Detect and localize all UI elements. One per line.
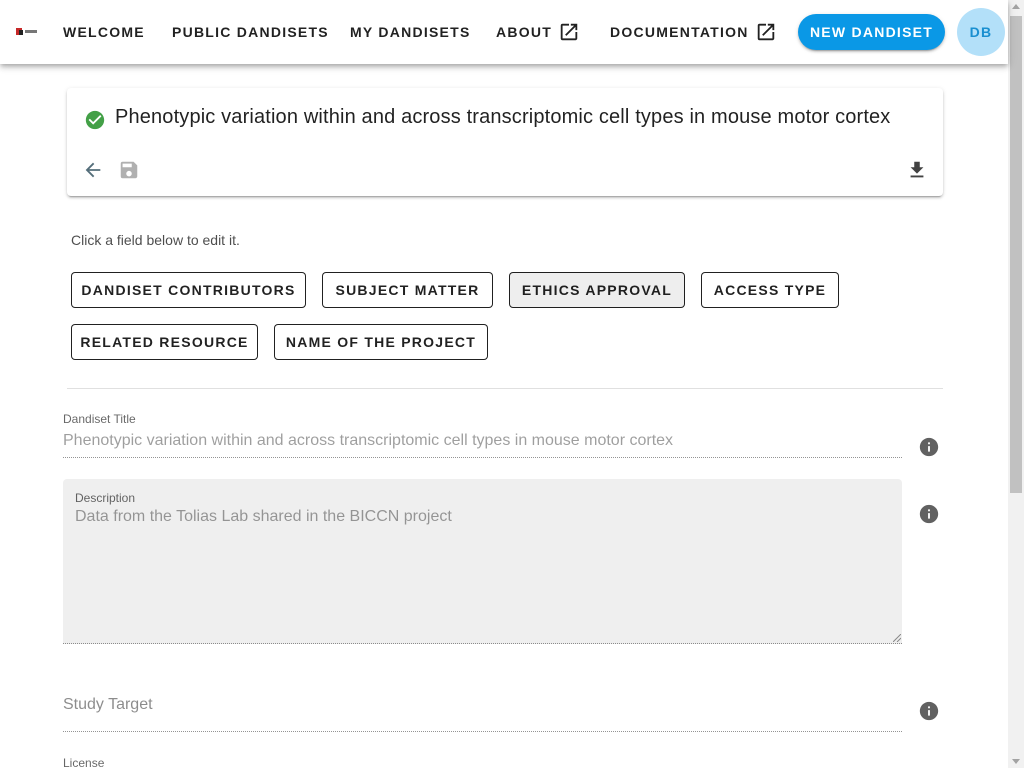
nav-about[interactable]: About (496, 0, 580, 64)
description-label: Description (75, 491, 136, 505)
nav-documentation[interactable]: Documentation (610, 0, 777, 64)
nav-welcome[interactable]: Welcome (63, 0, 145, 64)
arrow-left-icon (85, 162, 101, 178)
nav-documentation-label: Documentation (610, 24, 749, 40)
save-button[interactable] (117, 158, 141, 182)
scroll-down-arrow-icon[interactable] (1012, 759, 1020, 764)
study-target-underline (63, 731, 902, 732)
dandi-logo-icon[interactable] (16, 26, 38, 38)
dandiset-title-field[interactable]: Dandiset Title Phenotypic variation with… (63, 412, 902, 458)
save-icon (120, 161, 138, 179)
page-scrollbar[interactable] (1008, 0, 1024, 768)
back-button[interactable] (81, 158, 105, 182)
section-divider (67, 388, 943, 389)
nav-my-dandisets[interactable]: My Dandisets (350, 0, 471, 64)
nav-public-dandisets[interactable]: Public Dandisets (172, 0, 329, 64)
user-avatar[interactable]: DB (957, 8, 1005, 56)
dandiset-title-label: Dandiset Title (63, 412, 136, 426)
description-underline (63, 643, 902, 644)
new-dandiset-button[interactable]: New Dandiset (798, 14, 945, 50)
name-of-the-project-button[interactable]: Name of the Project (274, 324, 488, 360)
nav-welcome-label: Welcome (63, 24, 145, 40)
app-bar: Welcome Public Dandisets My Dandisets Ab… (0, 0, 1008, 64)
check-circle-icon (85, 110, 105, 130)
download-icon (910, 161, 924, 178)
open-in-new-icon (757, 23, 774, 41)
info-icon[interactable] (918, 503, 940, 525)
ethics-approval-button[interactable]: Ethics Approval (509, 272, 685, 308)
page-title: Phenotypic variation within and across t… (115, 106, 891, 128)
study-target-placeholder: Study Target (63, 696, 153, 713)
info-icon[interactable] (918, 700, 940, 722)
license-label: License (63, 756, 105, 768)
study-target-field[interactable]: Study Target (63, 694, 902, 732)
edit-hint-text: Click a field below to edit it. (71, 232, 240, 248)
subject-matter-button[interactable]: Subject Matter (322, 272, 493, 308)
dandiset-title-underline (63, 457, 902, 458)
related-resource-button[interactable]: Related Resource (71, 324, 258, 360)
nav-public-dandisets-label: Public Dandisets (172, 24, 329, 40)
dandiset-title-value: Phenotypic variation within and across t… (63, 432, 674, 449)
nav-my-dandisets-label: My Dandisets (350, 24, 471, 40)
dandiset-title-card: Phenotypic variation within and across t… (67, 88, 943, 196)
open-in-new-icon (560, 23, 578, 41)
scroll-up-arrow-icon[interactable] (1012, 4, 1020, 9)
description-field[interactable]: Description Data from the Tolias Lab sha… (63, 479, 902, 644)
scrollbar-thumb[interactable] (1010, 16, 1022, 493)
nav-about-label: About (496, 24, 553, 40)
download-button[interactable] (905, 158, 929, 182)
access-type-button[interactable]: Access Type (701, 272, 839, 308)
resize-handle-icon[interactable] (893, 634, 901, 642)
dandiset-contributors-button[interactable]: Dandiset Contributors (71, 272, 306, 308)
info-icon[interactable] (918, 436, 940, 458)
description-value: Data from the Tolias Lab shared in the B… (75, 508, 452, 525)
